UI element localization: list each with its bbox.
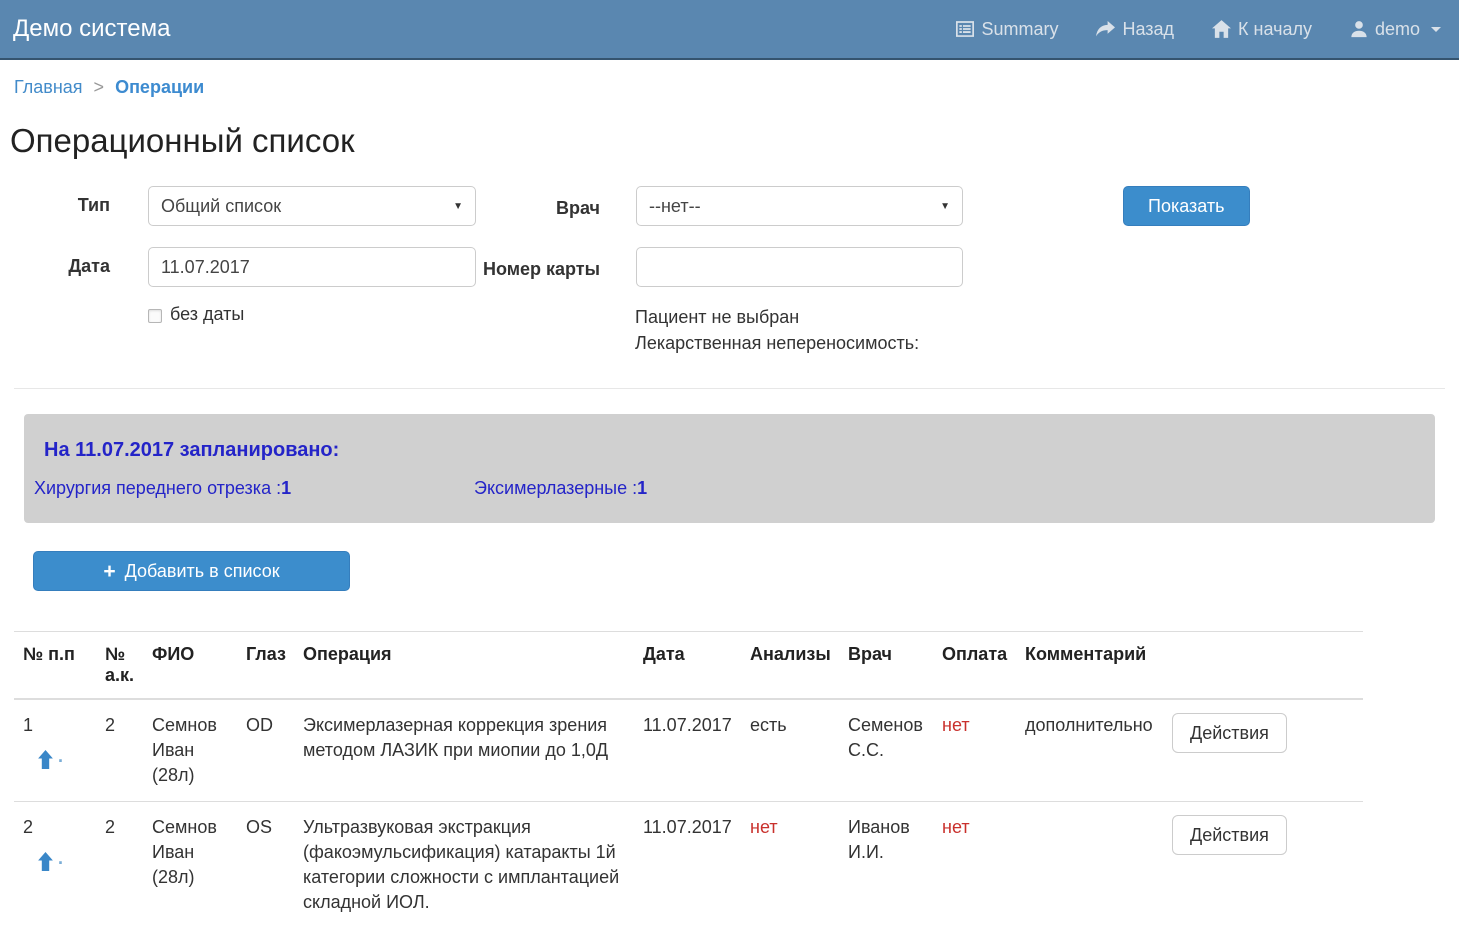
- section-divider: [14, 388, 1445, 389]
- category-label: Эксимерлазерные :: [474, 478, 637, 498]
- nav-home-label: К началу: [1238, 19, 1312, 40]
- table-row: 2 . 2 Семнов Иван (28л) OS Ультразвукова…: [14, 802, 1363, 929]
- card-number-label: Номер карты: [476, 247, 600, 282]
- doctor-cell: Семенов С.С.: [839, 699, 933, 802]
- table-header-row: № п.п № а.к. ФИО Глаз Операция Дата Анал…: [14, 632, 1363, 700]
- card-number-input[interactable]: [636, 247, 963, 287]
- col-header-fio: ФИО: [143, 632, 237, 700]
- planned-summary-banner: На 11.07.2017 запланировано: Хирургия пе…: [24, 414, 1435, 523]
- planned-summary-title: На 11.07.2017 запланировано:: [44, 439, 1425, 462]
- move-link-dot: .: [58, 744, 63, 769]
- col-header-eye: Глаз: [237, 632, 294, 700]
- move-up-link[interactable]: .: [38, 846, 86, 871]
- actions-button[interactable]: Действия: [1172, 713, 1287, 753]
- chevron-down-icon: [1431, 27, 1441, 32]
- tests-cell: есть: [741, 699, 839, 802]
- eye-cell: OD: [237, 699, 294, 802]
- drug-intolerance-label: Лекарственная непереносимость:: [635, 330, 919, 356]
- comment-cell: дополнительно: [1016, 699, 1163, 802]
- app-brand[interactable]: Демо система: [13, 15, 170, 43]
- nav-summary-label: Summary: [981, 19, 1058, 40]
- patient-name-cell: Семнов Иван (28л): [143, 699, 237, 802]
- date-input[interactable]: [148, 247, 476, 287]
- nav-back[interactable]: Назад: [1096, 19, 1174, 40]
- breadcrumb-current[interactable]: Операции: [115, 77, 204, 97]
- type-select-value: Общий список: [161, 196, 281, 217]
- show-button[interactable]: Показать: [1123, 186, 1250, 226]
- top-navbar: Демо система Summary Назад К началу demo: [0, 0, 1459, 60]
- card-number-cell: 2: [96, 802, 143, 929]
- date-cell: 11.07.2017: [634, 802, 741, 929]
- planned-category-excimer: Эксимерлазерные :1: [474, 478, 647, 499]
- col-header-doctor: Врач: [839, 632, 933, 700]
- table-row: 1 . 2 Семнов Иван (28л) OD Эксимерлазерн…: [14, 699, 1363, 802]
- breadcrumb-home-link[interactable]: Главная: [14, 77, 83, 97]
- no-date-checkbox[interactable]: [148, 309, 162, 323]
- payment-cell: нет: [933, 699, 1016, 802]
- card-number-cell: 2: [96, 699, 143, 802]
- nav-home[interactable]: К началу: [1212, 19, 1312, 40]
- col-header-date: Дата: [634, 632, 741, 700]
- select-caret-icon: ▼: [940, 201, 950, 212]
- operation-cell: Ультразвуковая экстракция (факоэмульсифи…: [294, 802, 634, 929]
- category-count: 1: [637, 478, 647, 498]
- actions-button[interactable]: Действия: [1172, 815, 1287, 855]
- row-number: 1: [23, 713, 86, 738]
- arrow-up-icon: [38, 750, 53, 769]
- tests-cell: нет: [741, 802, 839, 929]
- operation-cell: Эксимерлазерная коррекция зрения методом…: [294, 699, 634, 802]
- col-header-card: № а.к.: [96, 632, 143, 700]
- page-title: Операционный список: [10, 122, 1445, 160]
- col-header-comment: Комментарий: [1016, 632, 1163, 700]
- nav-back-label: Назад: [1122, 19, 1174, 40]
- payment-cell: нет: [933, 802, 1016, 929]
- breadcrumb: Главная > Операции: [14, 60, 1445, 108]
- type-label: Тип: [14, 186, 110, 216]
- move-link-dot: .: [58, 846, 63, 871]
- doctor-cell: Иванов И.И.: [839, 802, 933, 929]
- doctor-label: Врач: [476, 186, 600, 221]
- col-header-tests: Анализы: [741, 632, 839, 700]
- breadcrumb-separator: >: [94, 77, 105, 97]
- add-to-list-label: Добавить в список: [125, 561, 280, 582]
- date-cell: 11.07.2017: [634, 699, 741, 802]
- col-header-num: № п.п: [14, 632, 96, 700]
- nav-user-label: demo: [1375, 19, 1420, 40]
- col-header-payment: Оплата: [933, 632, 1016, 700]
- eye-cell: OS: [237, 802, 294, 929]
- type-select[interactable]: Общий список ▼: [148, 186, 476, 226]
- patient-status-text: Пациент не выбран: [635, 304, 919, 330]
- no-date-label: без даты: [170, 304, 244, 325]
- planned-category-anterior: Хирургия переднего отрезка :1: [34, 478, 474, 499]
- row-number: 2: [23, 815, 86, 840]
- move-up-link[interactable]: .: [38, 744, 86, 769]
- user-icon: [1350, 20, 1368, 38]
- col-header-operation: Операция: [294, 632, 634, 700]
- operations-table: № п.п № а.к. ФИО Глаз Операция Дата Анал…: [14, 631, 1363, 928]
- select-caret-icon: ▼: [453, 201, 463, 212]
- add-to-list-button[interactable]: + Добавить в список: [33, 551, 350, 591]
- col-header-actions: [1163, 632, 1363, 700]
- doctor-select-value: --нет--: [649, 196, 701, 217]
- nav-summary[interactable]: Summary: [956, 19, 1058, 40]
- back-arrow-icon: [1096, 21, 1115, 38]
- no-date-checkbox-group[interactable]: без даты: [148, 304, 380, 325]
- plus-icon: +: [103, 561, 115, 582]
- patient-name-cell: Семнов Иван (28л): [143, 802, 237, 929]
- arrow-up-icon: [38, 852, 53, 871]
- doctor-select[interactable]: --нет-- ▼: [636, 186, 963, 226]
- summary-icon: [956, 20, 974, 38]
- comment-cell: [1016, 802, 1163, 929]
- home-icon: [1212, 20, 1231, 38]
- category-label: Хирургия переднего отрезка :: [34, 478, 281, 498]
- date-label: Дата: [14, 247, 110, 277]
- category-count: 1: [281, 478, 291, 498]
- nav-user-menu[interactable]: demo: [1350, 19, 1441, 40]
